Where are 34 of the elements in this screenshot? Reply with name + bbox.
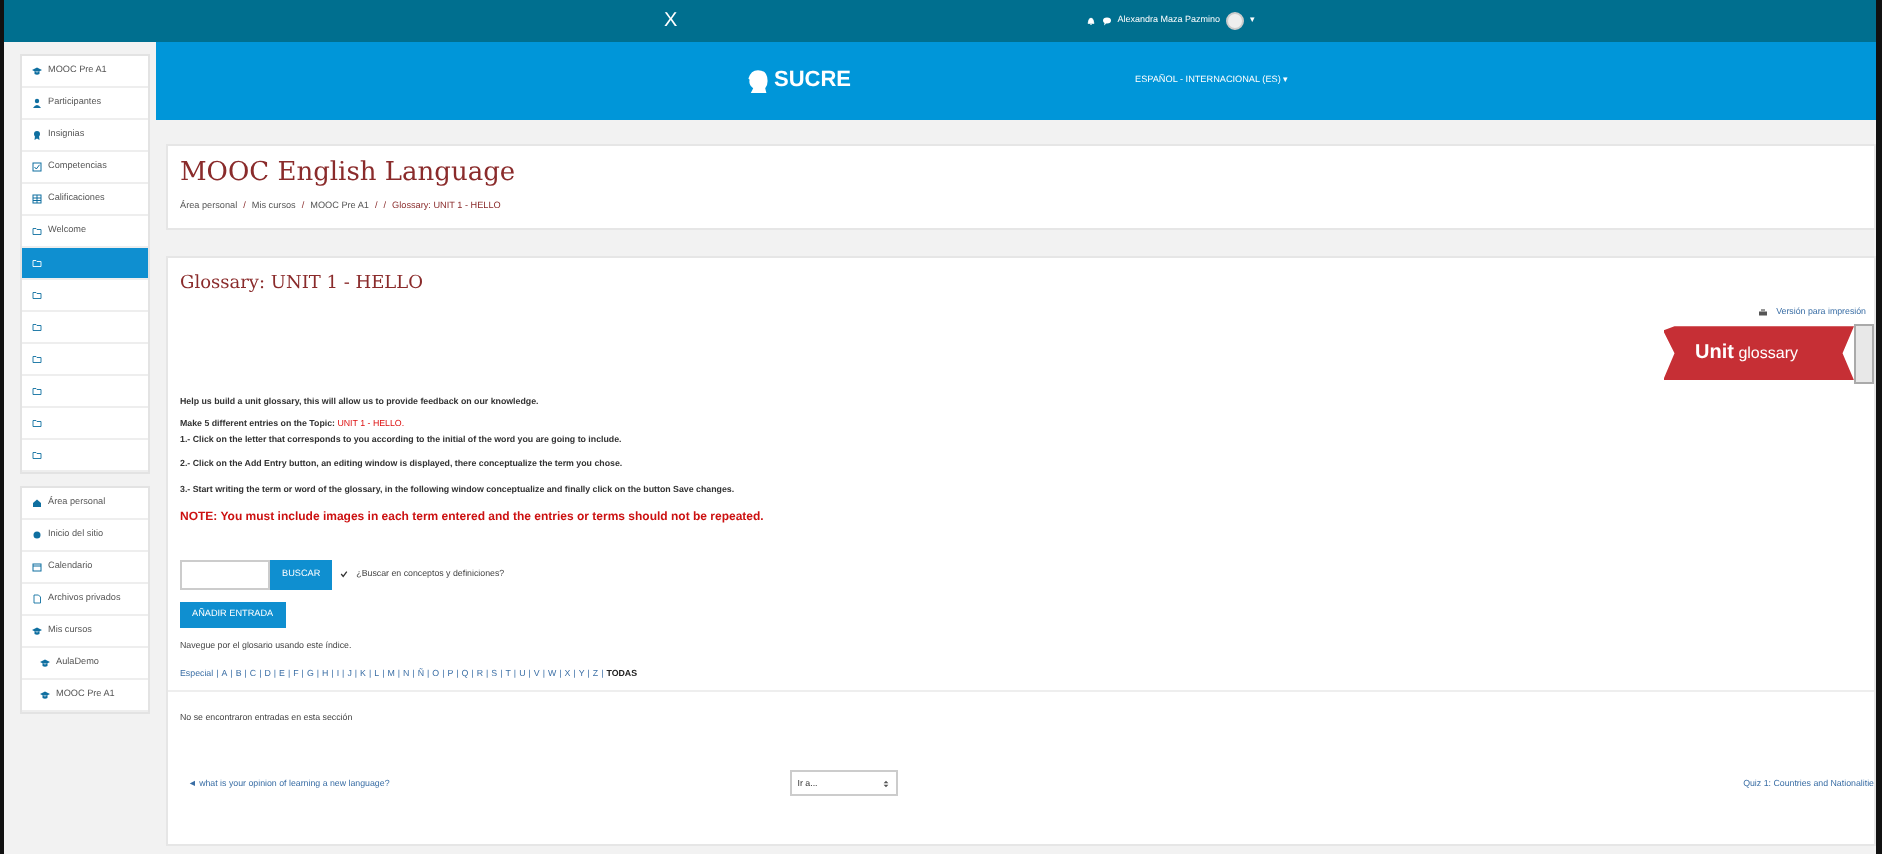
glossary-title: Glossary: UNIT 1 - HELLO xyxy=(180,272,425,299)
printer-icon xyxy=(1758,307,1769,318)
file-icon xyxy=(32,594,42,604)
avatar-placeholder xyxy=(1226,12,1244,30)
bell-icon xyxy=(1085,16,1096,26)
sidebar-item[interactable] xyxy=(22,248,148,280)
updown-icon xyxy=(881,779,890,788)
calendar-icon xyxy=(32,562,42,572)
unit-glossary-banner: Unit glossary xyxy=(1663,326,1854,381)
graduation-cap-icon xyxy=(40,658,50,668)
dot-icon xyxy=(32,530,42,540)
users-icon xyxy=(32,98,42,108)
home-icon xyxy=(32,498,42,508)
folder-icon xyxy=(32,386,42,396)
search-field[interactable] xyxy=(180,559,270,590)
folder-icon xyxy=(32,258,42,268)
page-title: MOOC English Language xyxy=(180,158,518,190)
badge-icon xyxy=(32,130,42,140)
graduation-cap-icon xyxy=(40,690,50,700)
logo-text: SUCRE xyxy=(774,66,852,97)
checklist-icon xyxy=(32,162,42,172)
folder-icon xyxy=(32,322,42,332)
checkbox[interactable] xyxy=(340,570,349,579)
folder-icon xyxy=(32,418,42,428)
folder-icon xyxy=(32,354,42,364)
close-button[interactable]: X xyxy=(664,6,678,36)
head-silhouette-icon xyxy=(746,66,770,96)
chat-icon xyxy=(1101,16,1112,26)
folder-icon xyxy=(32,226,42,236)
folder-icon xyxy=(32,290,42,300)
graduation-cap-icon xyxy=(32,66,42,76)
folder-icon xyxy=(32,450,42,460)
graduation-cap-icon xyxy=(32,626,42,636)
table-icon xyxy=(32,194,42,204)
